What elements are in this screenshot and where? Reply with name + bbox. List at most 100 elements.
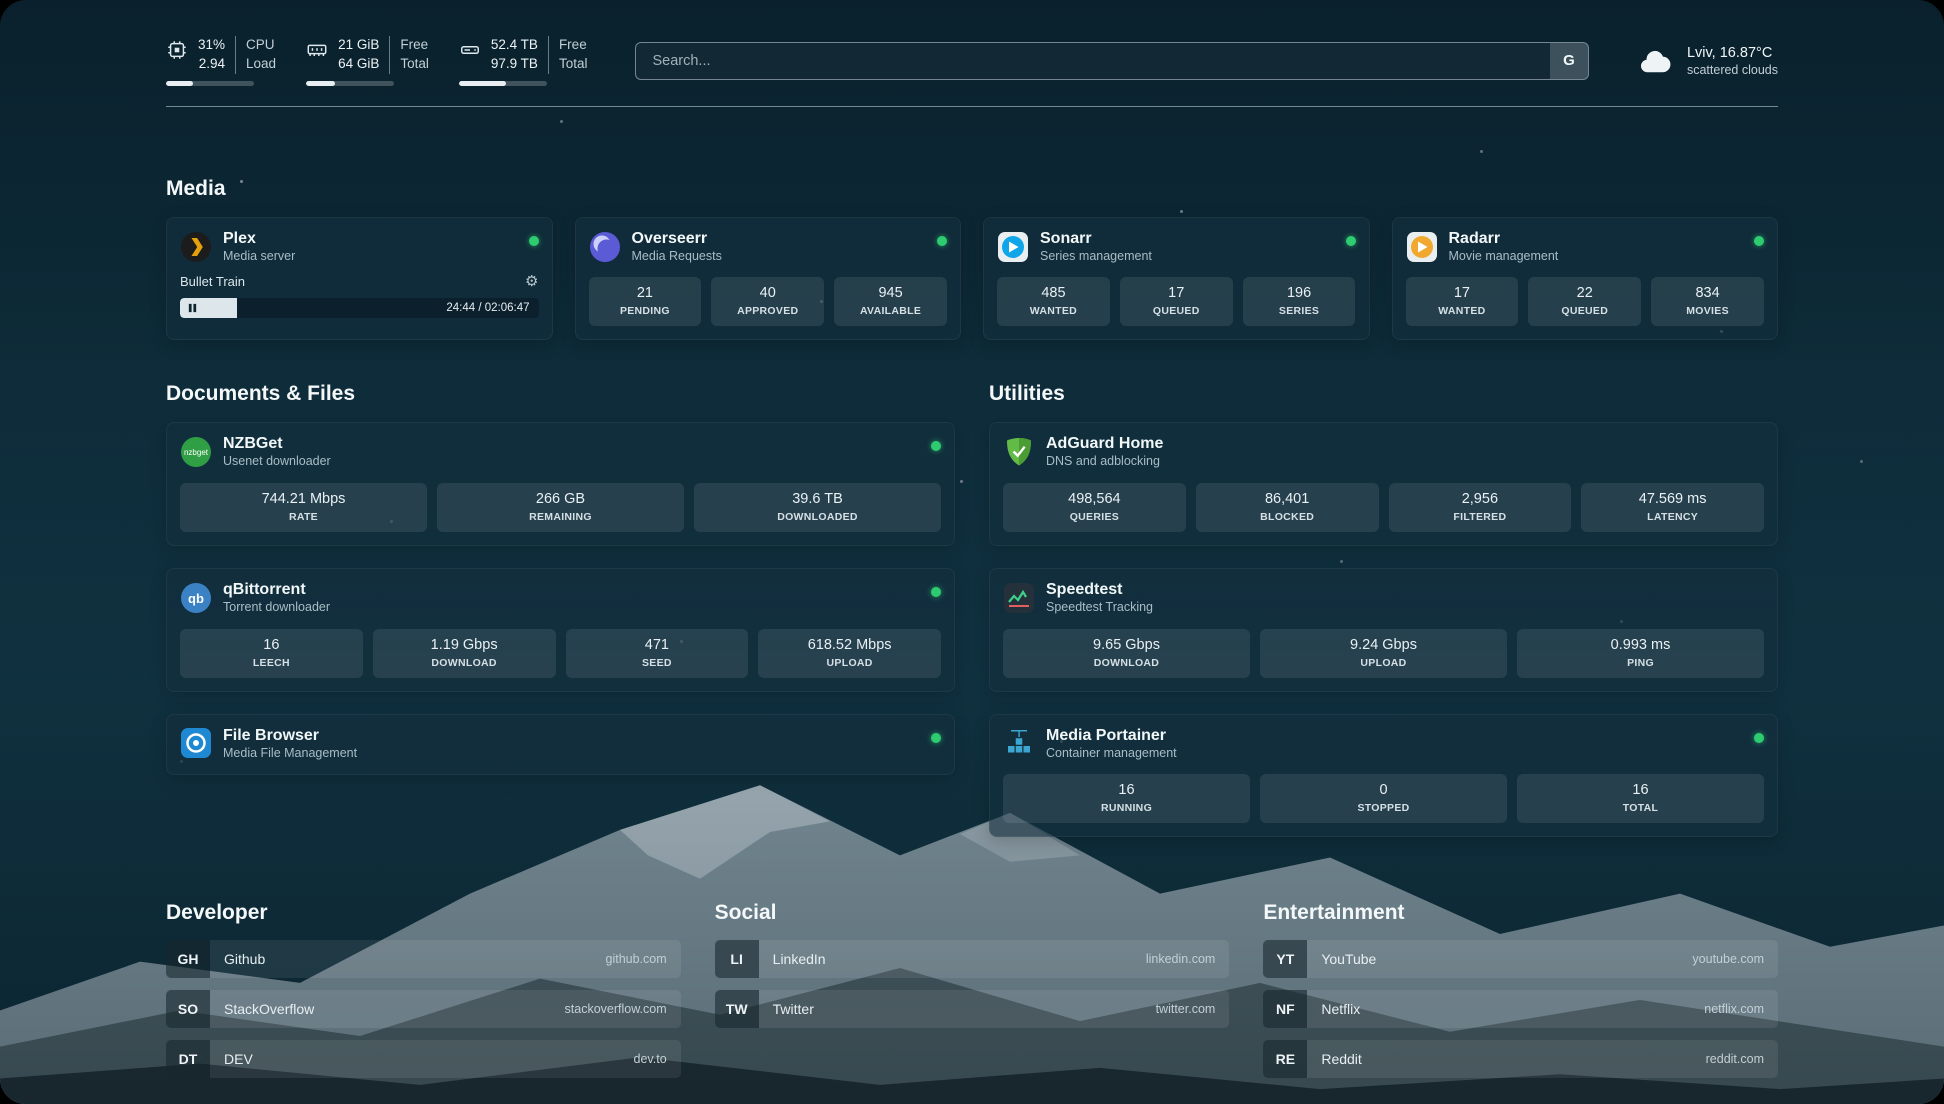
bookmark-name: Netflix [1307,1001,1360,1017]
service-desc: Movie management [1449,249,1559,265]
service-name: AdGuard Home [1046,434,1163,454]
stat-blocked: 86,401 BLOCKED [1196,483,1379,532]
section-title-media: Media [166,177,1778,201]
stat-series: 196 SERIES [1243,277,1356,326]
radarr-icon [1406,231,1438,263]
stat-queries: 498,564 QUERIES [1003,483,1186,532]
ram-free-value: 21 GiB [338,36,379,55]
svg-text:qb: qb [188,591,204,606]
bookmark-stackoverflow[interactable]: SO StackOverflow stackoverflow.com [166,990,681,1028]
service-card-sonarr[interactable]: Sonarr Series management 485 WANTED 17 Q… [983,217,1370,341]
disk-free-value: 52.4 TB [491,36,538,55]
status-indicator [1346,236,1356,246]
bookmark-name: DEV [210,1051,253,1067]
bookmark-dev[interactable]: DT DEV dev.to [166,1040,681,1078]
bookmark-name: StackOverflow [210,1001,314,1017]
bookmark-github[interactable]: GH Github github.com [166,940,681,978]
weather-location: Lviv, 16.87°C [1687,45,1778,61]
stat-running: 16 RUNNING [1003,774,1250,823]
ram-icon [306,39,328,61]
bookmark-youtube[interactable]: YT YouTube youtube.com [1263,940,1778,978]
ram-free-label: Free [400,36,429,55]
bookmark-twitter[interactable]: TW Twitter twitter.com [715,990,1230,1028]
service-desc: Usenet downloader [223,454,331,470]
stat-stopped: 0 STOPPED [1260,774,1507,823]
section-title-documents: Documents & Files [166,382,955,406]
adguard-icon [1003,436,1035,468]
search-provider-button[interactable]: G [1550,43,1588,79]
cpu-progress-fill [166,81,193,86]
bookmark-url: netflix.com [1704,1002,1778,1016]
bookmark-linkedin[interactable]: LI LinkedIn linkedin.com [715,940,1230,978]
service-name: NZBGet [223,434,331,454]
section-media: Media Plex Media server [166,177,1778,341]
stat-pending: 21 PENDING [589,277,702,326]
service-desc: Speedtest Tracking [1046,600,1153,616]
stat-wanted: 485 WANTED [997,277,1110,326]
status-indicator [931,733,941,743]
service-desc: Media File Management [223,746,357,762]
topbar-divider [166,106,1778,107]
bookmark-abbr: DT [166,1040,210,1078]
gear-icon[interactable]: ⚙ [525,274,538,289]
disk-widget: 52.4 TB 97.9 TB Free Total [459,36,588,86]
bookmark-url: twitter.com [1156,1002,1230,1016]
stat-downloaded: 39.6 TB DOWNLOADED [694,483,941,532]
ram-widget: 21 GiB 64 GiB Free Total [306,36,429,86]
stat-upload: 618.52 Mbps UPLOAD [758,629,941,678]
service-name: qBittorrent [223,580,330,600]
disk-progress-fill [459,81,507,86]
stat-ping: 0.993 ms PING [1517,629,1764,678]
stat-latency: 47.569 ms LATENCY [1581,483,1764,532]
service-name: Plex [223,229,295,249]
bookmark-url: youtube.com [1692,952,1778,966]
stat-remaining: 266 GB REMAINING [437,483,684,532]
filebrowser-icon [180,727,212,759]
service-card-portainer[interactable]: Media Portainer Container management 16 … [989,714,1778,838]
bookmark-name: Twitter [759,1001,814,1017]
service-card-adguard[interactable]: AdGuard Home DNS and adblocking 498,564 … [989,422,1778,546]
cpu-widget: 31% 2.94 CPU Load [166,36,276,86]
status-indicator [931,587,941,597]
section-title-utilities: Utilities [989,382,1778,406]
service-name: Sonarr [1040,229,1152,249]
disk-icon [459,39,481,61]
qbittorrent-icon: qb [180,582,212,614]
service-name: Speedtest [1046,580,1153,600]
section-documents: Documents & Files nzbget NZBGet Usenet d… [166,382,955,837]
cpu-icon [166,39,188,61]
weather-condition: scattered clouds [1687,63,1778,77]
bookmark-netflix[interactable]: NF Netflix netflix.com [1263,990,1778,1028]
service-name: Media Portainer [1046,726,1177,746]
bookmark-abbr: NF [1263,990,1307,1028]
bookmark-reddit[interactable]: RE Reddit reddit.com [1263,1040,1778,1078]
service-card-nzbget[interactable]: nzbget NZBGet Usenet downloader 744.21 M… [166,422,955,546]
stat-available: 945 AVAILABLE [834,277,947,326]
now-playing-title: Bullet Train [180,274,245,289]
bookmark-name: Github [210,951,265,967]
cpu-usage-value: 31% [198,36,225,55]
disk-total-value: 97.9 TB [491,55,538,74]
service-card-qbittorrent[interactable]: qb qBittorrent Torrent downloader 16 [166,568,955,692]
bookmark-url: dev.to [634,1052,681,1066]
status-indicator [1754,733,1764,743]
snow-particles [0,0,3,3]
status-indicator [937,236,947,246]
service-desc: DNS and adblocking [1046,454,1163,470]
bookmark-abbr: RE [1263,1040,1307,1078]
service-card-radarr[interactable]: Radarr Movie management 17 WANTED 22 QUE… [1392,217,1779,341]
service-name: Overseerr [632,229,722,249]
service-desc: Series management [1040,249,1152,265]
playback-progress-bar: 24:44 / 02:06:47 [180,298,539,318]
ram-progress-track [306,81,394,86]
service-card-filebrowser[interactable]: File Browser Media File Management [166,714,955,776]
service-card-overseerr[interactable]: Overseerr Media Requests 21 PENDING 40 A… [575,217,962,341]
ram-progress-fill [306,81,335,86]
service-card-plex[interactable]: Plex Media server Bullet Train ⚙ 24:44 /… [166,217,553,341]
stat-leech: 16 LEECH [180,629,363,678]
plex-icon [180,231,212,263]
service-card-speedtest[interactable]: Speedtest Speedtest Tracking 9.65 Gbps D… [989,568,1778,692]
search-input[interactable] [635,42,1589,80]
section-social: Social LI LinkedIn linkedin.com TW Twitt… [715,901,1230,1078]
stat-movies: 834 MOVIES [1651,277,1764,326]
